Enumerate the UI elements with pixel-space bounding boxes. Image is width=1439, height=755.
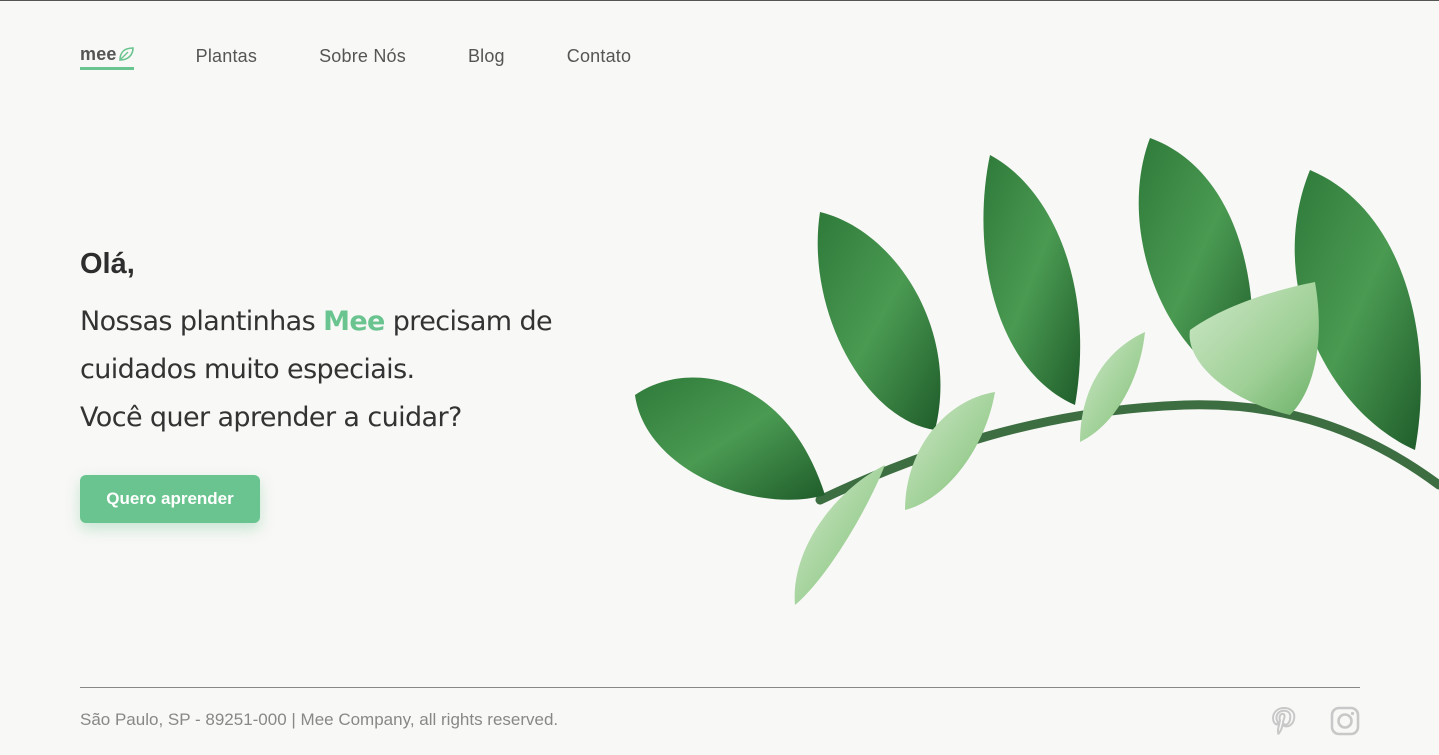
pinterest-icon[interactable]	[1270, 705, 1298, 742]
top-border	[0, 0, 1439, 1]
hero-line-1-start: Nossas plantinhas	[80, 306, 324, 337]
leaf-icon	[118, 46, 134, 61]
plant-branch-image	[635, 138, 1439, 605]
brand-logo[interactable]: mee	[80, 41, 134, 70]
quero-aprender-button[interactable]: Quero aprender	[80, 475, 260, 523]
hero-line-1-end: precisam de	[384, 306, 553, 337]
hero-greeting: Olá,	[80, 248, 135, 280]
brand-name: mee	[80, 43, 117, 64]
hero-highlight-mee: Mee	[323, 306, 385, 337]
hero-line-1: Nossas plantinhas Mee precisam de	[80, 298, 600, 346]
nav-item-sobre-nos[interactable]: Sobre Nós	[319, 46, 406, 67]
instagram-icon[interactable]	[1329, 705, 1361, 742]
hero-line-2: cuidados muito especiais.	[80, 354, 415, 385]
nav-item-plantas[interactable]: Plantas	[196, 46, 257, 67]
main-nav: mee Plantas Sobre Nós Blog Contato	[80, 36, 693, 76]
nav-item-blog[interactable]: Blog	[468, 46, 505, 67]
footer-copyright: São Paulo, SP - 89251-000 | Mee Company,…	[80, 710, 559, 729]
nav-item-contato[interactable]: Contato	[567, 46, 631, 67]
hero-line-3: Você quer aprender a cuidar?	[80, 402, 462, 433]
hero-text: Olá, Nossas plantinhas Mee precisam de c…	[80, 242, 600, 442]
footer-divider	[80, 687, 1360, 688]
